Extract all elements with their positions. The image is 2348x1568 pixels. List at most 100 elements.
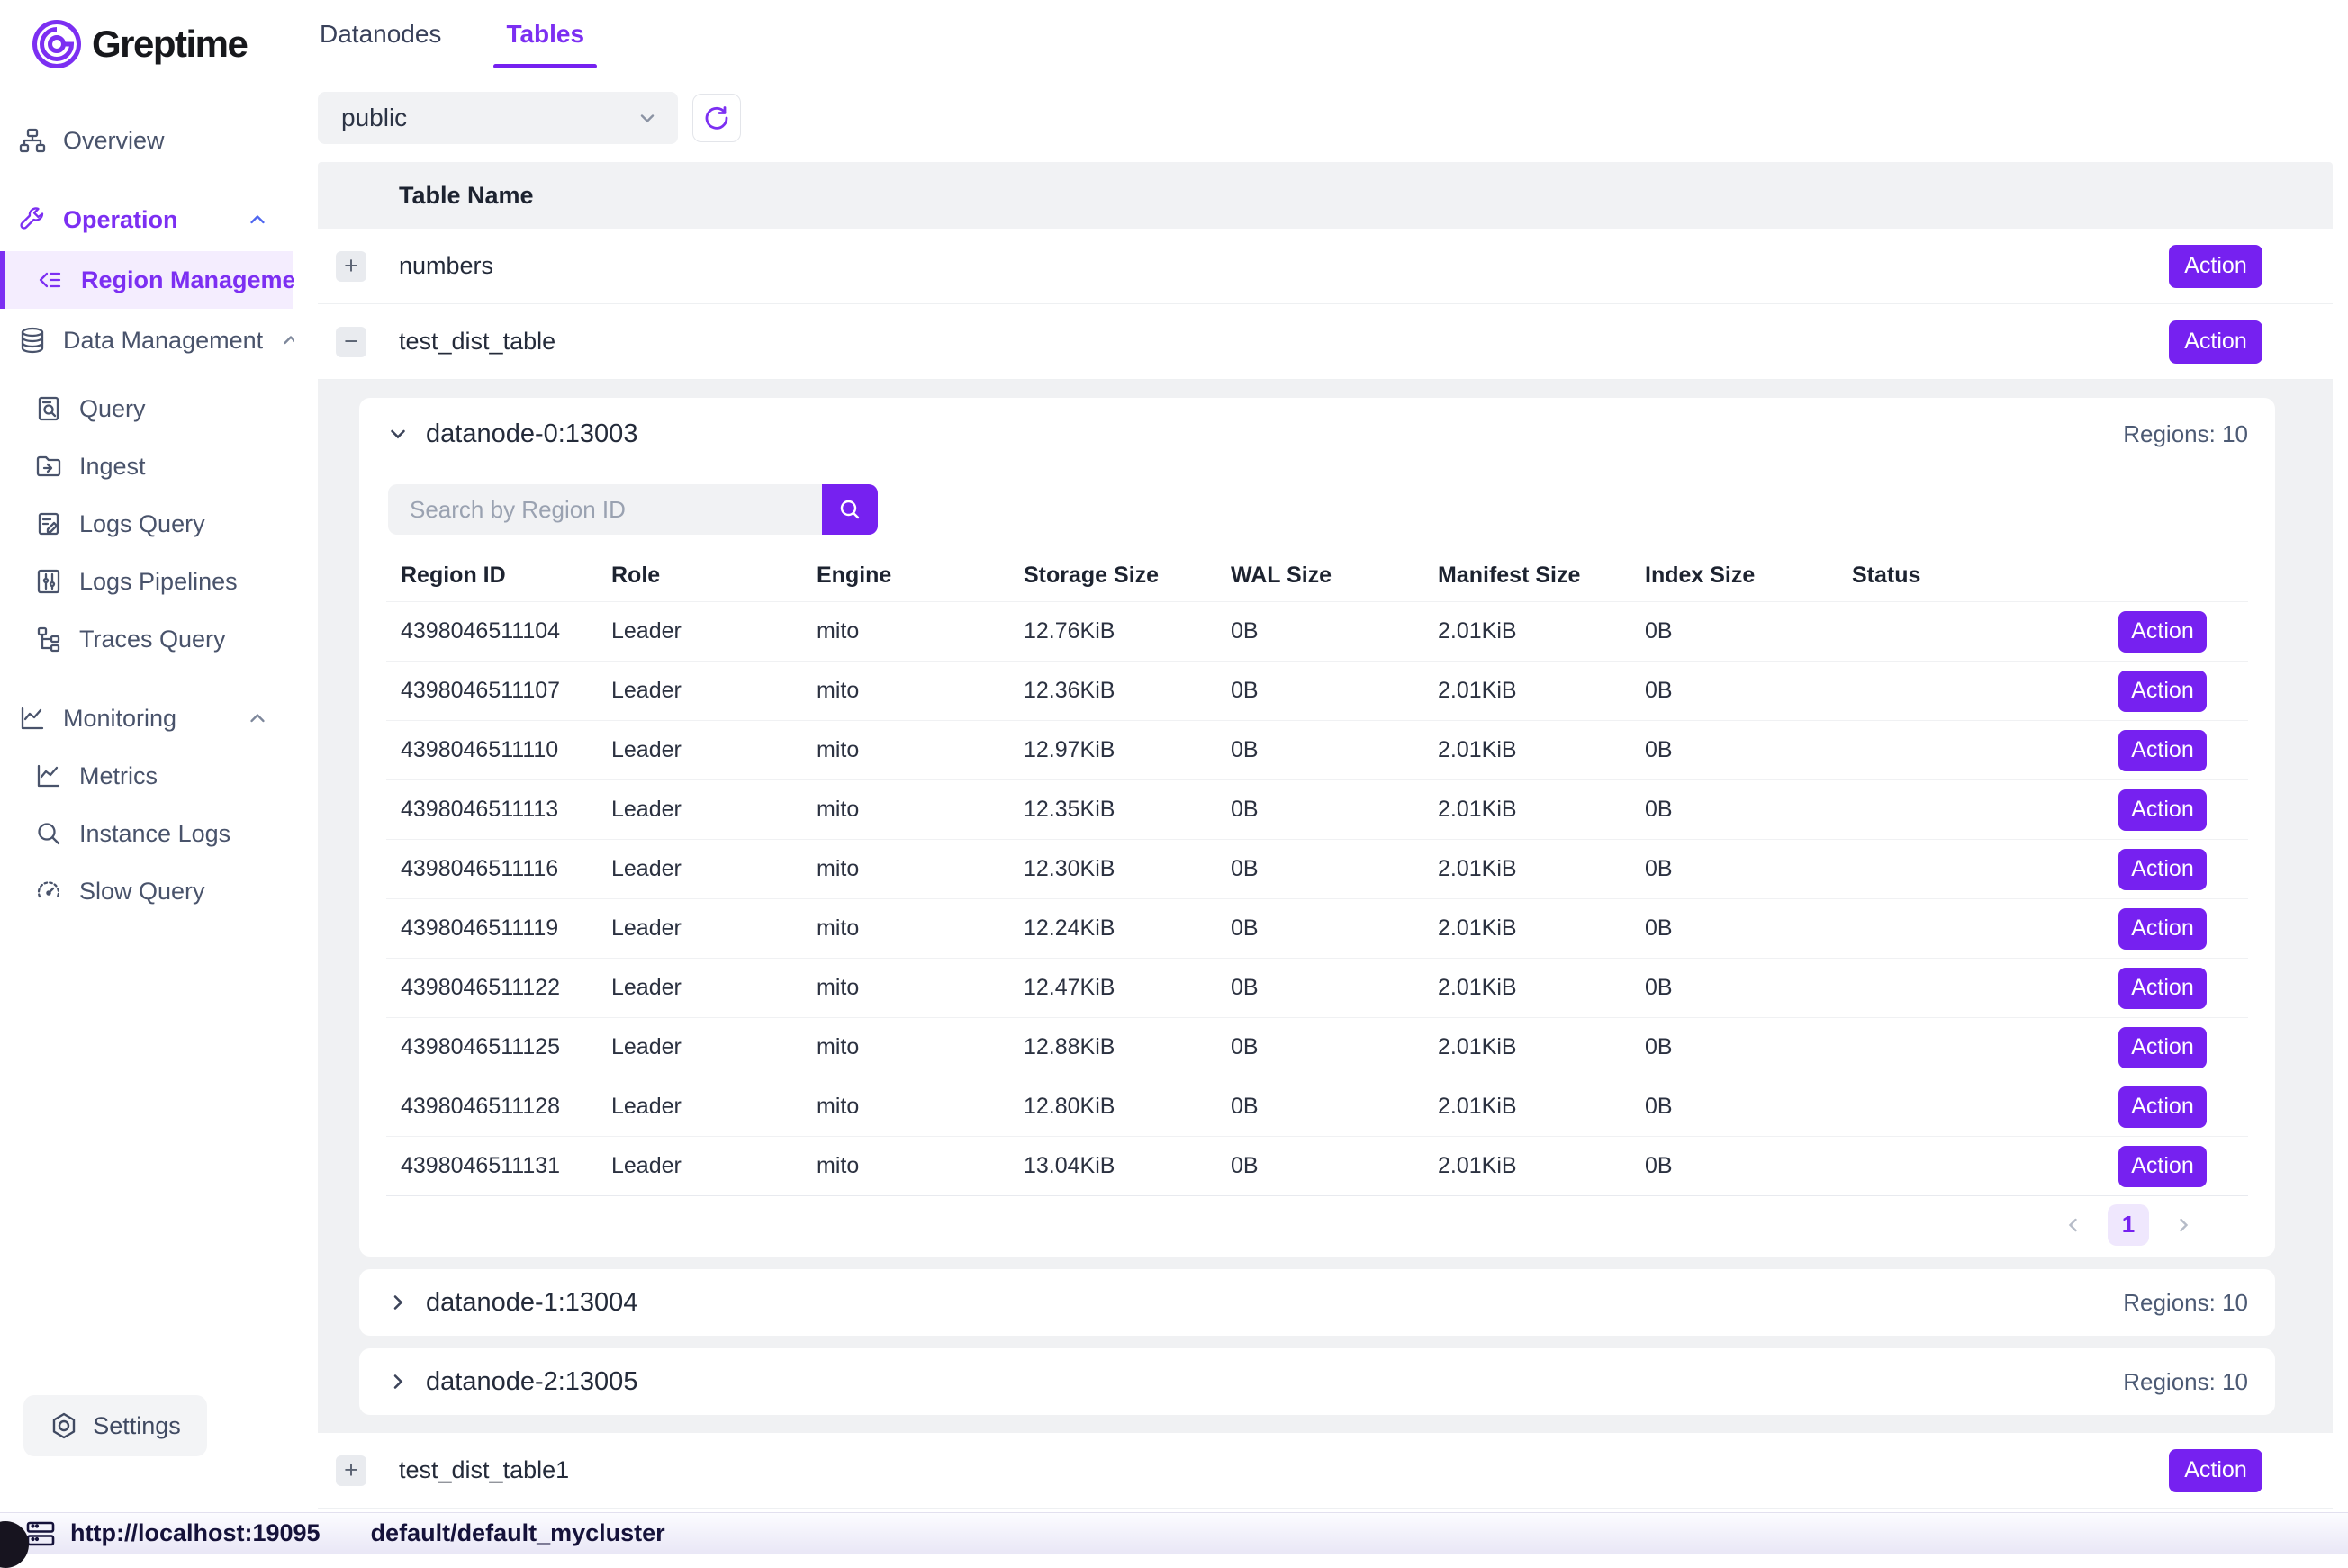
storage-size: 12.80KiB [1024,1094,1231,1120]
chevron-right-icon [386,1291,410,1314]
page-number[interactable]: 1 [2108,1204,2149,1246]
sidebar-item-operation[interactable]: Operation [0,194,293,246]
datanode-0-header[interactable]: datanode-0:13003 Regions: 10 [386,398,2248,470]
index-size: 0B [1645,678,1852,704]
role: Leader [611,1094,817,1120]
table-row-test-dist-table: − test_dist_table Action [318,304,2333,380]
doc-search-icon [34,394,63,423]
main-area: Datanodes Tables public [294,0,2348,1512]
region-row: 4398046511107Leadermito12.36KiB0B2.01KiB… [386,661,2248,720]
sidebar-item-slow-query[interactable]: Slow Query [0,865,293,917]
sidebar-item-ingest[interactable]: Ingest [0,440,293,492]
sidebar-item-data-management[interactable]: Data Management [0,314,293,366]
previous-page-icon[interactable] [2063,1214,2084,1236]
schema-select[interactable]: public [318,92,678,144]
region-action-button[interactable]: Action [2118,1027,2207,1068]
table-action-button[interactable]: Action [2169,320,2262,364]
storage-size: 12.76KiB [1024,618,1231,644]
tree-icon [34,625,63,653]
cluster-name: default/default_mycluster [371,1519,665,1547]
sidebar-item-region-management[interactable]: Region Management [0,251,293,309]
storage-size: 12.24KiB [1024,915,1231,942]
region-action-button[interactable]: Action [2118,1086,2207,1128]
sidebar-item-label: Overview [63,127,165,155]
chevron-up-icon[interactable] [246,208,269,231]
region-action-button[interactable]: Action [2118,1146,2207,1187]
brand-name: Greptime [92,23,247,66]
role: Leader [611,797,817,823]
region-action-button[interactable]: Action [2118,611,2207,653]
engine: mito [817,1153,1024,1179]
folder-in-icon [34,452,63,481]
sidebar-item-logs-pipelines[interactable]: Logs Pipelines [0,555,293,608]
tables-content: public Table Name + [294,68,2348,1509]
engine: mito [817,856,1024,882]
region-action-button[interactable]: Action [2118,849,2207,890]
table-row-numbers: + numbers Action [318,229,2333,304]
region-action-button[interactable]: Action [2118,730,2207,771]
settings-button[interactable]: Settings [23,1395,207,1456]
gear-icon [50,1411,78,1440]
wrench-icon [18,205,47,234]
tab-datanodes[interactable]: Datanodes [320,0,441,68]
region-action-button[interactable]: Action [2118,908,2207,950]
region-column-header: Manifest Size [1438,563,1645,589]
engine: mito [817,737,1024,763]
manifest-size: 2.01KiB [1438,1034,1645,1060]
sidebar-item-traces-query[interactable]: Traces Query [0,613,293,665]
server-icon [25,1520,56,1547]
role: Leader [611,915,817,942]
index-size: 0B [1645,797,1852,823]
region-action-button[interactable]: Action [2118,671,2207,712]
toolbar: public [318,92,2332,144]
engine: mito [817,1034,1024,1060]
datanode-2-card[interactable]: datanode-2:13005 Regions: 10 [359,1348,2275,1415]
sidebar-item-label: Operation [63,206,178,234]
sidebar-item-logs-query[interactable]: Logs Query [0,498,293,550]
sidebar-item-label: Query [79,395,146,423]
doc-edit-icon [34,509,63,538]
table-action-button[interactable]: Action [2169,1449,2262,1492]
region-column-header: Engine [817,563,1024,589]
regions-count: Regions: 10 [2123,420,2248,448]
region-id: 4398046511104 [386,618,611,644]
sidebar-item-label: Data Management [63,327,263,355]
region-action-button[interactable]: Action [2118,968,2207,1009]
sidebar-item-query[interactable]: Query [0,383,293,435]
sidebar-item-label: Traces Query [79,626,226,653]
next-page-icon[interactable] [2172,1214,2194,1236]
region-search-input[interactable] [388,484,822,535]
expand-toggle-icon[interactable]: + [336,251,366,282]
endpoint-url[interactable]: http://localhost:19095 [70,1519,321,1547]
region-row: 4398046511125Leadermito12.88KiB0B2.01KiB… [386,1017,2248,1077]
tables-list: Table Name + numbers Action − test_dist_… [318,162,2333,1509]
sidebar-item-overview[interactable]: Overview [0,114,293,167]
table-action-button[interactable]: Action [2169,245,2262,288]
chevron-up-icon[interactable] [246,707,269,730]
refresh-button[interactable] [692,94,741,142]
role: Leader [611,1034,817,1060]
region-column-header: Storage Size [1024,563,1231,589]
wal-size: 0B [1231,1094,1438,1120]
region-row: 4398046511119Leadermito12.24KiB0B2.01KiB… [386,898,2248,958]
wal-size: 0B [1231,915,1438,942]
region-row: 4398046511131Leadermito13.04KiB0B2.01KiB… [386,1136,2248,1195]
sidebar-item-label: Slow Query [79,878,205,906]
collapse-toggle-icon[interactable]: − [336,327,366,357]
storage-size: 12.36KiB [1024,678,1231,704]
sidebar-item-metrics[interactable]: Metrics [0,750,293,802]
expand-toggle-icon[interactable]: + [336,1455,366,1486]
chevron-right-icon [386,1370,410,1393]
manifest-size: 2.01KiB [1438,618,1645,644]
role: Leader [611,1153,817,1179]
wal-size: 0B [1231,678,1438,704]
region-search-button[interactable] [822,484,878,535]
region-id: 4398046511119 [386,915,611,942]
sidebar-item-monitoring[interactable]: Monitoring [0,692,293,744]
tab-tables[interactable]: Tables [506,0,584,68]
sidebar-item-instance-logs[interactable]: Instance Logs [0,807,293,860]
wal-size: 0B [1231,1034,1438,1060]
datanode-1-card[interactable]: datanode-1:13004 Regions: 10 [359,1269,2275,1336]
engine: mito [817,797,1024,823]
region-action-button[interactable]: Action [2118,789,2207,831]
